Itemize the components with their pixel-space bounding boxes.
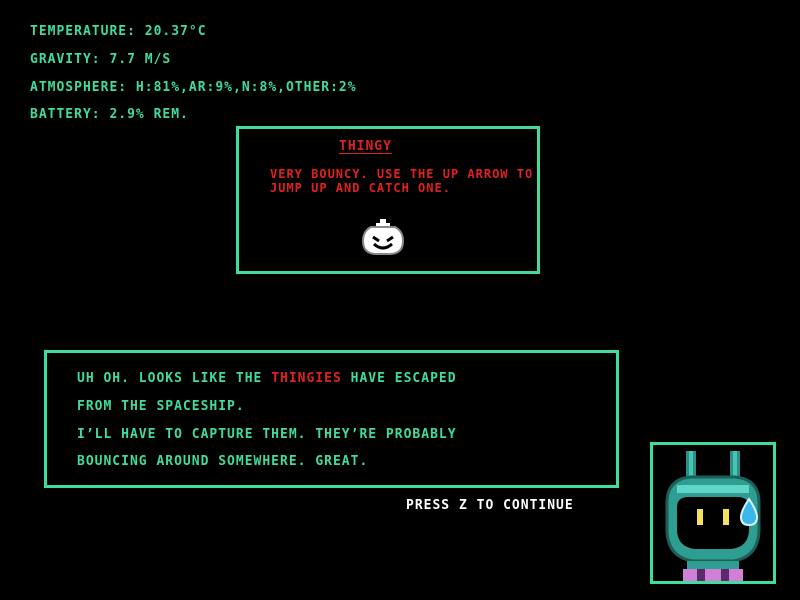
- robot-alien-portrait-icon: [665, 451, 761, 581]
- dialog-line-4: BOUNCING AROUND SOMEWHERE. GREAT.: [77, 454, 369, 469]
- dialog-box: UH OH. LOOKS LIKE THE THINGIES HAVE ESCA…: [44, 350, 619, 488]
- continue-prompt[interactable]: PRESS Z TO CONTINUE: [406, 498, 574, 513]
- dialog-line-3: I’LL HAVE TO CAPTURE THEM. THEY’RE PROBA…: [77, 427, 457, 442]
- dialog-line-1: UH OH. LOOKS LIKE THE THINGIES HAVE ESCA…: [77, 371, 457, 386]
- item-title: THINGY: [339, 139, 392, 154]
- gravity-readout: GRAVITY: 7.7 M/S: [30, 52, 172, 67]
- item-info-card: THINGY VERY BOUNCY. USE THE UP ARROW TO …: [236, 126, 540, 274]
- temperature-readout: TEMPERATURE: 20.37°C: [30, 24, 207, 39]
- dialog-line-1-start: UH OH. LOOKS LIKE THE: [77, 371, 272, 386]
- dialog-highlight-word: THINGIES: [271, 371, 342, 386]
- item-description: VERY BOUNCY. USE THE UP ARROW TO JUMP UP…: [270, 167, 534, 195]
- dialog-line-2: FROM THE SPACESHIP.: [77, 399, 245, 414]
- thingy-blob-icon: [361, 219, 405, 255]
- speaker-portrait-frame: [650, 442, 776, 584]
- atmosphere-readout: ATMOSPHERE: H:81%,AR:9%,N:8%,OTHER:2%: [30, 80, 357, 95]
- battery-readout: BATTERY: 2.9% REM.: [30, 107, 189, 122]
- dialog-line-1-end: HAVE ESCAPED: [341, 371, 457, 386]
